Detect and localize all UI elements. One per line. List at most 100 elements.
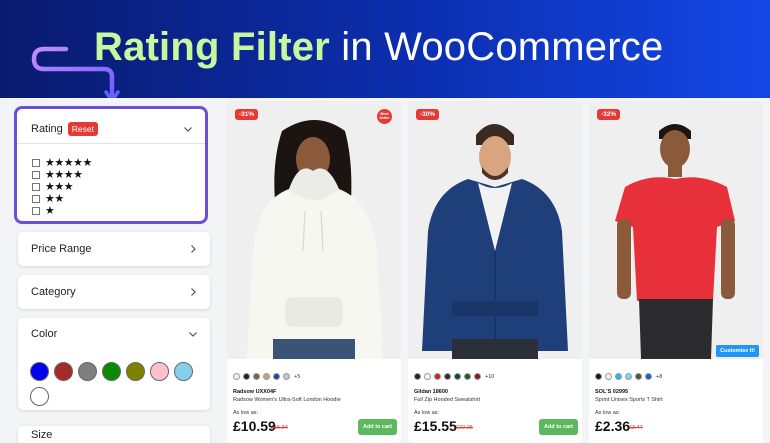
color-dots: +8	[595, 373, 662, 380]
hero-title-highlight: Rating Filter	[94, 25, 330, 69]
as-low-as-label: As low as:	[595, 410, 621, 416]
rating-option-2[interactable]: ★★	[32, 193, 92, 205]
rating-checkbox-1[interactable]	[32, 207, 40, 215]
product-image[interactable]: -30%	[408, 101, 582, 359]
rating-checkbox-4[interactable]	[32, 171, 40, 179]
product-color-dot[interactable]	[444, 373, 451, 380]
old-price: £3.47	[629, 425, 643, 431]
product-photo-hoodie	[227, 101, 401, 359]
color-swatch-blue[interactable]	[30, 362, 49, 381]
chevron-down-icon[interactable]	[188, 329, 198, 339]
product-color-dot[interactable]	[454, 373, 461, 380]
color-swatch-green[interactable]	[102, 362, 121, 381]
size-filter[interactable]: Size	[18, 426, 210, 443]
one-star-icon: ★	[45, 205, 55, 217]
more-colors-count[interactable]: +10	[485, 374, 494, 380]
product-price: £15.55	[414, 418, 457, 434]
curved-arrow-icon	[31, 46, 120, 98]
color-swatch-olive[interactable]	[126, 362, 145, 381]
product-color-dot[interactable]	[605, 373, 612, 380]
hero-banner: Rating Filter in WooCommerce	[0, 0, 770, 98]
product-color-dot[interactable]	[595, 373, 602, 380]
chevron-right-icon	[191, 245, 196, 253]
product-price: £2.36	[595, 418, 631, 434]
product-card[interactable]: -32% Customise It! +8 SOL'S 02995 Sprint…	[589, 101, 763, 443]
product-color-dot[interactable]	[645, 373, 652, 380]
hero-title-rest: in WooCommerce	[329, 25, 664, 69]
five-star-icon: ★★★★★	[45, 157, 92, 169]
product-color-dot[interactable]	[474, 373, 481, 380]
product-color-dot[interactable]	[615, 373, 622, 380]
product-color-dot[interactable]	[233, 373, 240, 380]
rating-checkbox-2[interactable]	[32, 195, 40, 203]
more-colors-count[interactable]: +5	[294, 374, 300, 380]
rating-option-3[interactable]: ★★★	[32, 181, 92, 193]
as-low-as-label: As low as:	[414, 410, 440, 416]
product-brand[interactable]: SOL'S 02995	[595, 389, 628, 395]
product-color-dot[interactable]	[464, 373, 471, 380]
product-price: £10.59	[233, 418, 276, 434]
add-to-cart-button[interactable]: Add to cart	[357, 419, 397, 435]
rating-filter-panel: Rating Reset ★★★★★ ★★★★ ★★★ ★★ ★	[14, 106, 208, 224]
color-dots: +10	[414, 373, 494, 380]
chevron-down-icon[interactable]	[183, 124, 193, 134]
old-price: £22.25	[456, 425, 473, 431]
color-swatch-white[interactable]	[30, 387, 49, 406]
product-color-dot[interactable]	[263, 373, 270, 380]
color-label: Color	[31, 328, 58, 340]
as-low-as-label: As low as:	[233, 410, 259, 416]
product-color-dot[interactable]	[424, 373, 431, 380]
rating-option-1[interactable]: ★	[32, 205, 92, 217]
best-seller-badge: Best Seller	[377, 109, 392, 124]
product-color-dot[interactable]	[635, 373, 642, 380]
product-image[interactable]: -31% Best Seller	[227, 101, 401, 359]
discount-badge: -32%	[597, 109, 621, 120]
rating-option-4[interactable]: ★★★★	[32, 169, 92, 181]
color-swatch-grey[interactable]	[78, 362, 97, 381]
product-color-dot[interactable]	[283, 373, 290, 380]
old-price: £15.34	[271, 425, 288, 431]
product-brand[interactable]: Gildan 18600	[414, 389, 448, 395]
rating-option-5[interactable]: ★★★★★	[32, 157, 92, 169]
color-dots: +5	[233, 373, 300, 380]
product-image[interactable]: -32% Customise It!	[589, 101, 763, 359]
color-filter-header[interactable]: Color	[31, 318, 198, 350]
product-card[interactable]: -30% +10 Gildan 18600 Full Zip Hooded Sw…	[408, 101, 582, 443]
discount-badge: -31%	[235, 109, 259, 120]
chevron-right-icon	[191, 288, 196, 296]
product-name[interactable]: Radsow Women's Ultra-Soft London Hoodie	[233, 397, 341, 403]
product-color-dot[interactable]	[625, 373, 632, 380]
rating-options: ★★★★★ ★★★★ ★★★ ★★ ★	[32, 157, 92, 217]
product-card[interactable]: -31% Best Seller +5 Radsow UXX04F Radsow…	[227, 101, 401, 443]
product-color-dot[interactable]	[414, 373, 421, 380]
customise-button[interactable]: Customise It!	[716, 345, 759, 357]
hero-title: Rating Filter in WooCommerce	[94, 22, 663, 72]
rating-filter-label: Rating	[31, 123, 63, 135]
category-filter[interactable]: Category	[18, 275, 210, 309]
color-swatch-light-blue[interactable]	[174, 362, 193, 381]
rating-checkbox-5[interactable]	[32, 159, 40, 167]
add-to-cart-button[interactable]: Add to cart	[538, 419, 578, 435]
color-swatch-pink[interactable]	[150, 362, 169, 381]
rating-checkbox-3[interactable]	[32, 183, 40, 191]
product-color-dot[interactable]	[273, 373, 280, 380]
product-color-dot[interactable]	[243, 373, 250, 380]
rating-reset-button[interactable]: Reset	[67, 122, 99, 136]
three-star-icon: ★★★	[45, 181, 74, 193]
product-photo-zip-hoodie	[408, 101, 582, 359]
four-star-icon: ★★★★	[45, 169, 83, 181]
price-range-filter[interactable]: Price Range	[18, 232, 210, 266]
divider	[17, 143, 205, 144]
product-color-dot[interactable]	[253, 373, 260, 380]
product-grid: -31% Best Seller +5 Radsow UXX04F Radsow…	[222, 98, 770, 443]
product-name[interactable]: Full Zip Hooded Sweatshirt	[414, 397, 480, 403]
product-name[interactable]: Sprint Unisex Sports T Shirt	[595, 397, 663, 403]
two-star-icon: ★★	[45, 193, 64, 205]
more-colors-count[interactable]: +8	[656, 374, 662, 380]
price-range-label: Price Range	[31, 243, 92, 255]
discount-badge: -30%	[416, 109, 440, 120]
product-color-dot[interactable]	[434, 373, 441, 380]
color-swatch-brown[interactable]	[54, 362, 73, 381]
rating-filter-header[interactable]: Rating Reset	[31, 119, 193, 139]
product-brand[interactable]: Radsow UXX04F	[233, 389, 276, 395]
